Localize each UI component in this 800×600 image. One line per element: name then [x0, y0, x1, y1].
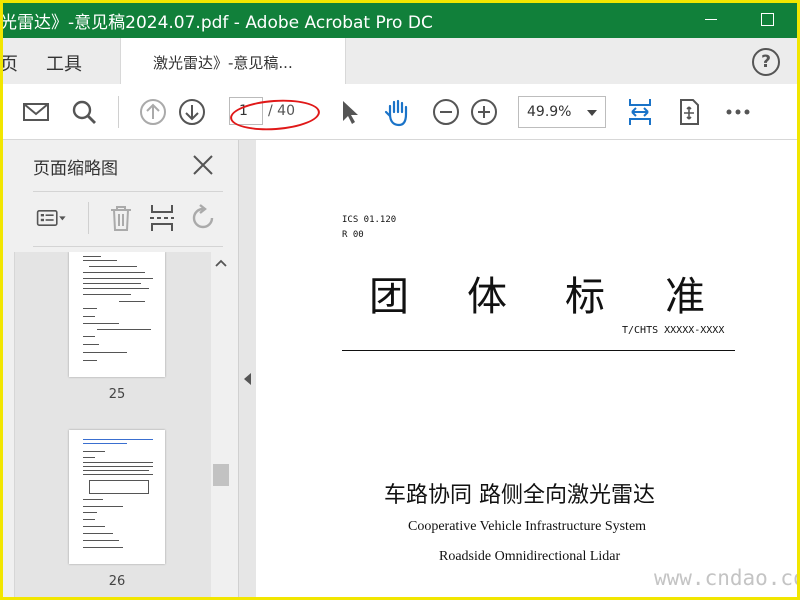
- maximize-button[interactable]: [752, 4, 782, 34]
- zoom-select[interactable]: 49.9%: [518, 96, 606, 128]
- document-subtitle-en: Roadside Omnidirectional Lidar: [439, 549, 621, 564]
- panel-title: 页面缩略图: [33, 159, 118, 179]
- rotate-view-button[interactable]: [673, 96, 705, 128]
- heading-char: 团: [369, 274, 409, 320]
- ics-code: ICS 01.120: [342, 215, 397, 225]
- hand-tool-icon: [384, 99, 408, 127]
- header-rule: [342, 350, 735, 351]
- delete-page-button[interactable]: [105, 202, 137, 234]
- search-icon: [72, 100, 96, 124]
- search-button[interactable]: [68, 96, 100, 128]
- tab-bar: 页 工具 激光雷达》-意见稿... ?: [0, 38, 800, 84]
- document-title-cn: 车路协同 路侧全向激光雷达: [384, 483, 655, 508]
- tab-tools[interactable]: 工具: [46, 50, 82, 76]
- standard-number: T/CHTS XXXXX-XXXX: [622, 325, 725, 336]
- document-title-en: Cooperative Vehicle Infrastructure Syste…: [408, 519, 647, 534]
- fit-page-button[interactable]: [624, 96, 656, 128]
- thumbnail-scrollbar[interactable]: [211, 252, 231, 600]
- scroll-up-icon[interactable]: [215, 258, 227, 270]
- panel-splitter[interactable]: [238, 140, 256, 600]
- email-icon: [23, 103, 49, 121]
- toolbar-separator: [118, 96, 119, 128]
- heading-char: 准: [665, 274, 705, 320]
- heading-char: 体: [467, 274, 507, 320]
- r-code: R 00: [342, 230, 364, 240]
- zoom-out-button[interactable]: [430, 96, 462, 128]
- zoom-out-icon: [433, 99, 459, 125]
- panel-separator: [88, 202, 89, 234]
- insert-page-button[interactable]: [146, 202, 178, 234]
- tab-document[interactable]: 激光雷达》-意见稿...: [120, 38, 346, 84]
- chevron-down-icon: [587, 110, 597, 116]
- thumbnail-page-number: 26: [108, 574, 126, 589]
- thumbnail-panel: 页面缩略图 25 26: [0, 140, 238, 600]
- select-tool-button[interactable]: [333, 96, 365, 128]
- zoom-in-icon: [471, 99, 497, 125]
- more-icon: [726, 109, 750, 115]
- rotate-view-icon: [680, 99, 699, 125]
- options-icon: [36, 210, 66, 226]
- close-icon: [193, 155, 213, 175]
- fit-page-icon: [629, 99, 651, 125]
- undo-icon: [192, 204, 214, 229]
- page-thumbnail[interactable]: [69, 430, 165, 564]
- delete-icon: [111, 206, 131, 231]
- document-view[interactable]: ICS 01.120 R 00 团 体 标 准 T/CHTS XXXXX-XXX…: [256, 140, 800, 600]
- prev-page-button[interactable]: [137, 96, 169, 128]
- main-toolbar: / 40 49.9%: [0, 84, 800, 140]
- more-tools-button[interactable]: [722, 96, 754, 128]
- window-title: 光雷达》-意见稿2024.07.pdf - Adobe Acrobat Pro …: [0, 13, 433, 33]
- panel-close-button[interactable]: [192, 154, 214, 176]
- tab-home[interactable]: 页: [0, 50, 18, 76]
- undo-button[interactable]: [188, 202, 220, 234]
- scrollbar-thumb[interactable]: [213, 464, 229, 486]
- next-page-button[interactable]: [176, 96, 208, 128]
- thumbnail-list[interactable]: 25 26: [14, 252, 211, 600]
- email-button[interactable]: [20, 96, 52, 128]
- minimize-button[interactable]: [697, 4, 727, 34]
- insert-page-icon: [150, 205, 174, 231]
- title-bar: 光雷达》-意见稿2024.07.pdf - Adobe Acrobat Pro …: [0, 0, 800, 38]
- zoom-in-button[interactable]: [468, 96, 500, 128]
- thumbnail-page-number: 25: [108, 387, 126, 402]
- select-cursor-icon: [343, 101, 358, 124]
- panel-divider: [33, 191, 223, 192]
- help-button[interactable]: ?: [752, 48, 780, 76]
- prev-page-icon: [140, 99, 166, 125]
- collapse-arrow-icon[interactable]: [244, 373, 251, 385]
- hand-tool-button[interactable]: [381, 96, 413, 128]
- watermark: www.cndao.com: [654, 566, 800, 590]
- heading-char: 标: [565, 274, 605, 320]
- thumbnail-options-button[interactable]: [36, 202, 76, 234]
- zoom-value: 49.9%: [527, 104, 572, 120]
- tab-document-label: 激光雷达》-意见稿...: [153, 54, 293, 72]
- page-thumbnail[interactable]: [69, 252, 165, 377]
- next-page-icon: [179, 99, 205, 125]
- panel-divider: [33, 246, 223, 247]
